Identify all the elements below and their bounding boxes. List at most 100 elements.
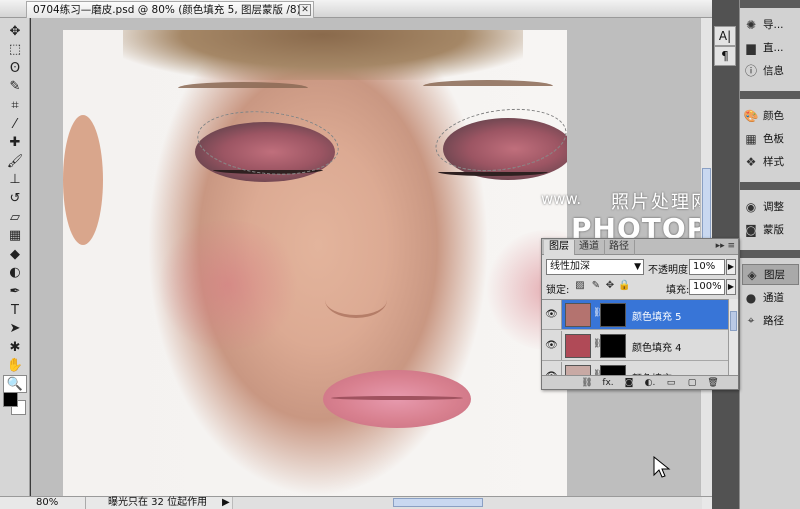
quick-selection-tool-icon[interactable]: ✎ (3, 78, 27, 96)
dock-item-color[interactable]: 🎨 颜色 (742, 105, 799, 126)
eraser-tool-icon[interactable]: ▱ (3, 208, 27, 226)
marquee-tool-icon[interactable]: ⬚ (3, 41, 27, 59)
visibility-eye-icon[interactable]: 👁 (542, 300, 562, 329)
layer-fill-thumbnail[interactable] (565, 365, 591, 375)
adjustments-icon: ◉ (745, 199, 757, 214)
layer-fill-thumbnail[interactable] (565, 334, 591, 358)
foreground-color-swatch[interactable] (3, 392, 18, 407)
masks-icon: ◙ (745, 222, 757, 237)
panel-dock: ✺ 导... ▆ 直... ⓘ 信息 🎨 颜色 ▦ 色板 ❖ 样式 ◉ 调整 ◙ 蒙版 ◈ 图层 ● 通道 ⌖ 路径 (739, 0, 800, 509)
dock-item-masks[interactable]: ◙ 蒙版 (742, 219, 799, 240)
layers-panel-footer: ⛓ fx. ◙ ◐. ▭ ▢ 🗑 (542, 375, 738, 389)
document-tab-label: 0704练习—磨皮.psd @ 80% (颜色填充 5, 图层蒙版 /8) * (33, 4, 310, 16)
channels-icon: ● (745, 290, 757, 305)
mouse-cursor-icon (653, 456, 671, 478)
brush-tool-icon[interactable]: 🖌 (3, 152, 27, 170)
document-title-bar: 0704练习—磨皮.psd @ 80% (颜色填充 5, 图层蒙版 /8) * … (0, 0, 712, 18)
zoom-level-field[interactable]: 80% (36, 497, 86, 509)
photo-canvas[interactable] (63, 30, 567, 496)
history-brush-tool-icon[interactable]: ↺ (3, 189, 27, 207)
eyedropper-tool-icon[interactable]: ⁄ (3, 115, 27, 133)
type-tool-icon[interactable]: T (3, 301, 27, 319)
opacity-label: 不透明度: (648, 265, 692, 276)
layer-mask-thumbnail[interactable] (600, 303, 626, 327)
status-menu-arrow-icon[interactable]: ▶ (222, 497, 230, 509)
new-layer-icon[interactable]: ▢ (685, 377, 699, 389)
adjustment-layer-icon[interactable]: ◐. (643, 377, 657, 389)
horizontal-scroll-thumb[interactable] (393, 498, 483, 507)
lock-position-icon[interactable]: ✥ (604, 280, 616, 292)
dock-item-adjustments[interactable]: ◉ 调整 (742, 196, 799, 217)
tab-layers[interactable]: 图层 (544, 240, 575, 255)
nose (325, 282, 387, 318)
dock-group-header[interactable] (740, 0, 800, 8)
link-layers-icon[interactable]: ⛓ (580, 377, 594, 389)
ear-region (63, 115, 103, 245)
dock-group-header[interactable] (740, 182, 800, 190)
document-tab[interactable]: 0704练习—磨皮.psd @ 80% (颜色填充 5, 图层蒙版 /8) * … (26, 1, 314, 18)
gradient-tool-icon[interactable]: ▦ (3, 227, 27, 245)
shape-tool-icon[interactable]: ✱ (3, 338, 27, 356)
dock-item-layers[interactable]: ◈ 图层 (742, 264, 799, 285)
close-document-icon[interactable]: ✕ (299, 4, 311, 16)
lock-image-icon[interactable]: ✎ (590, 280, 602, 292)
visibility-eye-icon[interactable]: 👁 (542, 362, 562, 375)
character-panel-button[interactable]: A| (714, 26, 736, 46)
dock-item-label: 色板 (763, 133, 784, 145)
layer-row[interactable]: 👁⛓颜色填充 3 (542, 362, 728, 375)
panel-menu-icon[interactable]: ▸▸ ≡ (716, 241, 735, 251)
dock-item-label: 通道 (763, 292, 784, 304)
clone-stamp-tool-icon[interactable]: ⊥ (3, 171, 27, 189)
path-selection-tool-icon[interactable]: ➤ (3, 320, 27, 338)
dock-item-histogram[interactable]: ▆ 直... (742, 37, 799, 58)
healing-brush-tool-icon[interactable]: ✚ (3, 134, 27, 152)
tab-channels[interactable]: 通道 (574, 240, 605, 255)
layer-row[interactable]: 👁 ⛓ 颜色填充 4 (542, 331, 728, 361)
tab-paths[interactable]: 路径 (604, 240, 635, 255)
dock-item-channels[interactable]: ● 通道 (742, 287, 799, 308)
left-eyebrow (178, 82, 308, 94)
layer-list-scrollbar[interactable] (728, 299, 738, 375)
crop-tool-icon[interactable]: ⌗ (3, 96, 27, 114)
visibility-eye-icon[interactable]: 👁 (542, 331, 562, 360)
layer-row[interactable]: 👁 ⛓ 颜色填充 5 (542, 300, 728, 330)
new-group-icon[interactable]: ▭ (664, 377, 678, 389)
dock-item-styles[interactable]: ❖ 样式 (742, 151, 799, 172)
zoom-tool-icon[interactable]: 🔍 (3, 375, 27, 394)
dock-item-navigator[interactable]: ✺ 导... (742, 14, 799, 35)
info-icon: ⓘ (744, 64, 757, 78)
dock-item-info[interactable]: ⓘ 信息 (742, 60, 799, 81)
dock-item-label: 蒙版 (763, 224, 784, 236)
blur-tool-icon[interactable]: ◆ (3, 245, 27, 263)
right-eyebrow (423, 80, 553, 92)
fill-field[interactable]: 100% (689, 279, 725, 295)
lock-all-icon[interactable]: 🔒 (618, 280, 630, 292)
dock-item-swatches[interactable]: ▦ 色板 (742, 128, 799, 149)
delete-layer-icon[interactable]: 🗑 (706, 377, 720, 389)
paragraph-panel-button[interactable]: ¶ (714, 46, 736, 66)
fill-slider-toggle-icon[interactable]: ▶ (726, 279, 736, 295)
dock-group-header[interactable] (740, 91, 800, 99)
dock-group-header[interactable] (740, 250, 800, 258)
dodge-tool-icon[interactable]: ◐ (3, 264, 27, 282)
layers-panel: 图层 通道 路径 ▸▸ ≡ 线性加深 ▼ 不透明度: 10% ▶ 锁定: ▨ ✎… (541, 238, 739, 390)
add-mask-icon[interactable]: ◙ (622, 377, 636, 389)
opacity-field[interactable]: 10% (689, 259, 725, 275)
pen-tool-icon[interactable]: ✒ (3, 282, 27, 300)
opacity-slider-toggle-icon[interactable]: ▶ (726, 259, 736, 275)
dock-item-paths[interactable]: ⌖ 路径 (742, 310, 799, 331)
layer-style-icon[interactable]: fx. (601, 377, 615, 389)
dock-item-label: 信息 (763, 65, 784, 77)
blend-mode-select[interactable]: 线性加深 ▼ (546, 259, 644, 275)
lasso-tool-icon[interactable]: ʘ (3, 59, 27, 77)
layer-list-scroll-thumb[interactable] (730, 311, 737, 331)
hand-tool-icon[interactable]: ✋ (3, 357, 27, 375)
move-tool-icon[interactable]: ✥ (3, 22, 27, 40)
dock-item-label: 图层 (764, 269, 785, 281)
layer-fill-thumbnail[interactable] (565, 303, 591, 327)
layer-mask-thumbnail[interactable] (600, 334, 626, 358)
horizontal-scrollbar[interactable] (232, 497, 702, 509)
lock-transparent-icon[interactable]: ▨ (574, 280, 586, 292)
layers-panel-tabs: 图层 通道 路径 ▸▸ ≡ (542, 239, 738, 255)
layer-mask-thumbnail[interactable] (600, 365, 626, 375)
